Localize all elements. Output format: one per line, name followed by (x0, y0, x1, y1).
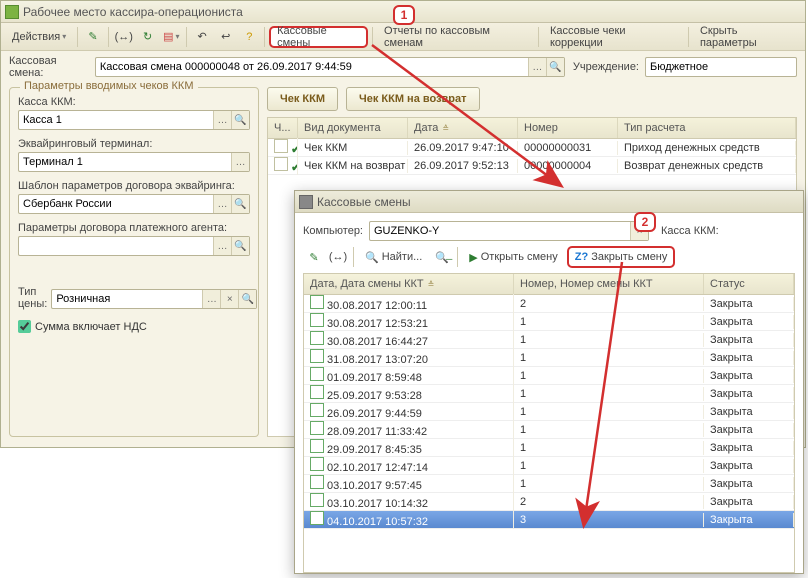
nav-back-icon[interactable]: (↔) (113, 26, 135, 48)
table-row[interactable]: 30.08.2017 16:44:271Закрыта (304, 331, 794, 349)
select-lookup-icon[interactable]: … (528, 58, 546, 76)
acq-template-label: Шаблон параметров договора эквайринга: (18, 180, 250, 192)
main-toolbar: Действия▾ ✎ (↔) ↻ ▤▾ ↶ ↩ ? Кассовые смен… (1, 23, 805, 51)
find-button[interactable]: 🔍Найти... (358, 246, 429, 268)
callout-2: 2 (634, 212, 656, 232)
col-shift-status[interactable]: Статус (704, 274, 794, 294)
vat-label: Сумма включает НДС (35, 321, 147, 333)
table-row[interactable]: ✔Чек ККМ на возврат26.09.2017 9:52:13000… (268, 157, 796, 175)
table-row[interactable]: 30.08.2017 12:00:112Закрыта (304, 295, 794, 313)
close-shift-button[interactable]: Z?Закрыть смену (567, 246, 676, 268)
search-icon[interactable]: 🔍 (231, 111, 249, 129)
col-num[interactable]: Номер (518, 118, 618, 138)
popup-titlebar: Кассовые смены (295, 191, 803, 213)
table-row[interactable]: 25.09.2017 9:53:281Закрыта (304, 385, 794, 403)
popup-icon (299, 195, 313, 209)
search-icon[interactable]: 🔍 (546, 58, 564, 76)
cash-shifts-popup: Кассовые смены Компьютер: × Касса ККМ: ✎… (294, 190, 804, 574)
table-row[interactable]: 29.09.2017 8:45:351Закрыта (304, 439, 794, 457)
lookup-icon[interactable]: … (213, 111, 231, 129)
table-row[interactable]: 01.09.2017 8:59:481Закрыта (304, 367, 794, 385)
acq-template-input[interactable] (19, 195, 213, 213)
shifts-table: Дата, Дата смены ККТ≙ Номер, Номер смены… (303, 273, 795, 573)
institution-input-group (645, 57, 797, 77)
table-row[interactable]: 03.10.2017 9:57:451Закрыта (304, 475, 794, 493)
cash-shifts-button[interactable]: Кассовые смены (269, 26, 368, 48)
table-row[interactable]: 03.10.2017 10:14:322Закрыта (304, 493, 794, 511)
institution-input[interactable] (646, 58, 796, 76)
search-icon[interactable]: 🔍 (231, 195, 249, 213)
list-icon[interactable]: ▤▾ (160, 26, 182, 48)
actions-menu[interactable]: Действия▾ (5, 26, 73, 48)
col-shift-num[interactable]: Номер, Номер смены ККТ (514, 274, 704, 294)
kassa-kkm-label: Касса ККМ: (18, 96, 250, 108)
col-mark[interactable]: Ч... (268, 118, 298, 138)
app-icon (5, 5, 19, 19)
nav-icon[interactable]: (↔) (327, 246, 349, 268)
cash-shift-input-group: … 🔍 (95, 57, 565, 77)
lookup-icon[interactable]: … (231, 153, 249, 171)
kassa-kkm-input[interactable] (19, 111, 213, 129)
edit-icon[interactable]: ✎ (303, 246, 325, 268)
search-icon[interactable]: 🔍 (238, 290, 256, 308)
popup-title: Кассовые смены (317, 195, 411, 209)
clear-icon[interactable]: × (220, 290, 238, 308)
main-window-title: Рабочее место кассира-операциониста (23, 5, 243, 19)
correction-checks-button[interactable]: Кассовые чеки коррекции (543, 26, 684, 48)
agent-params-input[interactable] (19, 237, 213, 255)
table-row[interactable]: 02.10.2017 12:47:141Закрыта (304, 457, 794, 475)
chek-kkm-button[interactable]: Чек ККМ (267, 87, 338, 111)
search-icon[interactable]: 🔍 (231, 237, 249, 255)
table-row[interactable]: ✔Чек ККМ26.09.2017 9:47:1000000000031При… (268, 139, 796, 157)
acq-terminal-label: Эквайринговый терминал: (18, 138, 250, 150)
chek-kkm-return-button[interactable]: Чек ККМ на возврат (346, 87, 480, 111)
table-row[interactable]: 30.08.2017 12:53:211Закрыта (304, 313, 794, 331)
edit-icon[interactable]: ✎ (82, 26, 104, 48)
cash-shift-row: Кассовая смена: … 🔍 Учреждение: (1, 51, 805, 83)
agent-params-label: Параметры договора платежного агента: (18, 222, 250, 234)
table-row[interactable]: 04.10.2017 10:57:323Закрыта (304, 511, 794, 529)
cash-shift-label: Кассовая смена: (9, 55, 89, 79)
acq-terminal-input[interactable] (19, 153, 231, 171)
col-date[interactable]: Дата≙ (408, 118, 518, 138)
params-fieldset: Параметры вводимых чеков ККМ Касса ККМ: … (9, 87, 259, 437)
hide-params-button[interactable]: Скрыть параметры (693, 26, 801, 48)
refresh-icon[interactable]: ↻ (137, 26, 159, 48)
price-type-label: Тип цены: (18, 286, 47, 310)
open-shift-button[interactable]: ▶Открыть смену (462, 246, 564, 268)
col-shift-date[interactable]: Дата, Дата смены ККТ≙ (304, 274, 514, 294)
computer-input[interactable] (370, 222, 630, 240)
institution-label: Учреждение: (573, 61, 639, 73)
price-type-input[interactable] (52, 290, 202, 308)
col-doc[interactable]: Вид документа (298, 118, 408, 138)
undo-icon[interactable]: ↶ (191, 26, 213, 48)
lookup-icon[interactable]: … (213, 237, 231, 255)
callout-1: 1 (393, 5, 415, 25)
help-icon[interactable]: ? (239, 26, 261, 48)
table-row[interactable]: 28.09.2017 11:33:421Закрыта (304, 421, 794, 439)
cash-shift-input[interactable] (96, 58, 528, 76)
params-legend: Параметры вводимых чеков ККМ (20, 80, 198, 92)
reports-button[interactable]: Отчеты по кассовым сменам (377, 26, 534, 48)
lookup-icon[interactable]: … (213, 195, 231, 213)
col-calc[interactable]: Тип расчета (618, 118, 796, 138)
table-row[interactable]: 31.08.2017 13:07:201Закрыта (304, 349, 794, 367)
computer-label: Компьютер: (303, 225, 363, 237)
vat-checkbox[interactable] (18, 320, 31, 333)
popup-kassa-kkm-label: Касса ККМ: (661, 225, 719, 237)
lookup-icon[interactable]: … (202, 290, 220, 308)
clear-filter-icon[interactable]: 🔍̶ (431, 246, 453, 268)
table-row[interactable]: 26.09.2017 9:44:591Закрыта (304, 403, 794, 421)
redo-icon[interactable]: ↩ (215, 26, 237, 48)
